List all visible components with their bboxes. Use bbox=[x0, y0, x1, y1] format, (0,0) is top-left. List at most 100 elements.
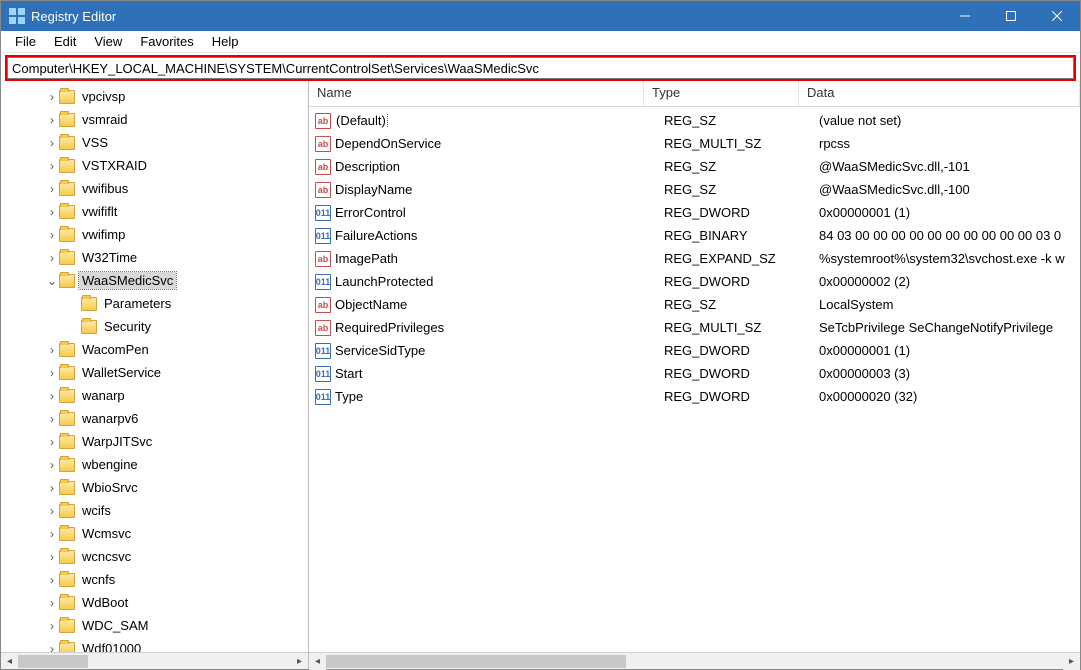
expand-arrow-icon[interactable]: › bbox=[45, 458, 59, 472]
value-name: ImagePath bbox=[335, 251, 664, 266]
tree-item[interactable]: ⌄WaaSMedicSvc bbox=[1, 269, 308, 292]
expand-arrow-icon[interactable]: › bbox=[45, 159, 59, 173]
expand-arrow-icon[interactable]: › bbox=[45, 527, 59, 541]
tree-item[interactable]: ›vwifibus bbox=[1, 177, 308, 200]
maximize-button[interactable] bbox=[988, 1, 1034, 31]
tree-item-label: wanarp bbox=[79, 387, 128, 404]
tree-item[interactable]: ›WbioSrvc bbox=[1, 476, 308, 499]
expand-arrow-icon[interactable]: › bbox=[45, 550, 59, 564]
binary-value-icon: 011 bbox=[315, 205, 331, 221]
tree-item[interactable]: ›Wcmsvc bbox=[1, 522, 308, 545]
expand-arrow-icon[interactable]: › bbox=[45, 205, 59, 219]
expand-arrow-icon[interactable]: › bbox=[45, 343, 59, 357]
string-value-icon: ab bbox=[315, 159, 331, 175]
expand-arrow-icon[interactable]: › bbox=[45, 182, 59, 196]
expand-arrow-icon[interactable]: › bbox=[45, 412, 59, 426]
expand-arrow-icon[interactable]: › bbox=[45, 90, 59, 104]
close-button[interactable] bbox=[1034, 1, 1080, 31]
value-row[interactable]: abObjectNameREG_SZLocalSystem bbox=[309, 293, 1080, 316]
folder-icon bbox=[59, 435, 75, 449]
value-data: 84 03 00 00 00 00 00 00 00 00 00 00 03 0 bbox=[819, 228, 1080, 243]
address-bar[interactable]: Computer\HKEY_LOCAL_MACHINE\SYSTEM\Curre… bbox=[7, 57, 1074, 79]
tree-hscrollbar[interactable]: ◂ ▸ bbox=[1, 652, 308, 669]
tree-item[interactable]: ›WdBoot bbox=[1, 591, 308, 614]
tree-item[interactable]: ›W32Time bbox=[1, 246, 308, 269]
value-row[interactable]: abImagePathREG_EXPAND_SZ%systemroot%\sys… bbox=[309, 247, 1080, 270]
value-row[interactable]: abDependOnServiceREG_MULTI_SZrpcss bbox=[309, 132, 1080, 155]
menu-edit[interactable]: Edit bbox=[46, 32, 84, 51]
expand-arrow-icon[interactable] bbox=[67, 297, 81, 311]
tree-item[interactable]: ›VSS bbox=[1, 131, 308, 154]
scroll-right-icon[interactable]: ▸ bbox=[291, 653, 308, 670]
tree-item[interactable]: Parameters bbox=[1, 292, 308, 315]
list-hscrollbar[interactable]: ◂ ▸ bbox=[309, 652, 1080, 669]
list-view[interactable]: ab(Default)REG_SZ(value not set)abDepend… bbox=[309, 107, 1080, 652]
tree-item[interactable]: › wanarp bbox=[1, 384, 308, 407]
tree-item[interactable]: Security bbox=[1, 315, 308, 338]
expand-arrow-icon[interactable]: › bbox=[45, 435, 59, 449]
expand-arrow-icon[interactable]: › bbox=[45, 251, 59, 265]
expand-arrow-icon[interactable]: › bbox=[45, 619, 59, 633]
tree-item-label: wbengine bbox=[79, 456, 141, 473]
expand-arrow-icon[interactable] bbox=[67, 320, 81, 334]
expand-arrow-icon[interactable]: › bbox=[45, 481, 59, 495]
value-data: LocalSystem bbox=[819, 297, 1080, 312]
tree-item[interactable]: ›WarpJITSvc bbox=[1, 430, 308, 453]
tree-item[interactable]: ›wcncsvc bbox=[1, 545, 308, 568]
value-row[interactable]: 011ServiceSidTypeREG_DWORD0x00000001 (1) bbox=[309, 339, 1080, 362]
expand-arrow-icon[interactable]: › bbox=[45, 389, 59, 403]
menu-file[interactable]: File bbox=[7, 32, 44, 51]
tree-item[interactable]: ›vpcivsp bbox=[1, 85, 308, 108]
scroll-left-icon[interactable]: ◂ bbox=[309, 653, 326, 670]
address-text: Computer\HKEY_LOCAL_MACHINE\SYSTEM\Curre… bbox=[12, 61, 539, 76]
menu-favorites[interactable]: Favorites bbox=[132, 32, 201, 51]
scroll-left-icon[interactable]: ◂ bbox=[1, 653, 18, 670]
tree-item[interactable]: ›WDC_SAM bbox=[1, 614, 308, 637]
value-row[interactable]: 011LaunchProtectedREG_DWORD0x00000002 (2… bbox=[309, 270, 1080, 293]
tree-item[interactable]: ›vwifimp bbox=[1, 223, 308, 246]
tree-item[interactable]: ›VSTXRAID bbox=[1, 154, 308, 177]
menu-help[interactable]: Help bbox=[204, 32, 247, 51]
expand-arrow-icon[interactable]: ⌄ bbox=[45, 274, 59, 288]
value-row[interactable]: abDescriptionREG_SZ@WaaSMedicSvc.dll,-10… bbox=[309, 155, 1080, 178]
tree-item[interactable]: ›wanarpv6 bbox=[1, 407, 308, 430]
scroll-thumb[interactable] bbox=[326, 655, 626, 668]
expand-arrow-icon[interactable]: › bbox=[45, 113, 59, 127]
value-row[interactable]: 011TypeREG_DWORD0x00000020 (32) bbox=[309, 385, 1080, 408]
expand-arrow-icon[interactable]: › bbox=[45, 136, 59, 150]
tree-item[interactable]: ›wcnfs bbox=[1, 568, 308, 591]
minimize-button[interactable] bbox=[942, 1, 988, 31]
expand-arrow-icon[interactable]: › bbox=[45, 366, 59, 380]
tree-item[interactable]: ›vsmraid bbox=[1, 108, 308, 131]
value-row[interactable]: abRequiredPrivilegesREG_MULTI_SZSeTcbPri… bbox=[309, 316, 1080, 339]
scroll-track[interactable] bbox=[326, 653, 1063, 670]
tree-item[interactable]: ›WalletService bbox=[1, 361, 308, 384]
tree-view[interactable]: ›vpcivsp›vsmraid›VSS›VSTXRAID›vwifibus›v… bbox=[1, 81, 308, 652]
expand-arrow-icon[interactable]: › bbox=[45, 642, 59, 653]
tree-item[interactable]: › wbengine bbox=[1, 453, 308, 476]
scroll-right-icon[interactable]: ▸ bbox=[1063, 653, 1080, 670]
menu-view[interactable]: View bbox=[86, 32, 130, 51]
window-title: Registry Editor bbox=[31, 9, 116, 24]
expand-arrow-icon[interactable]: › bbox=[45, 504, 59, 518]
column-type[interactable]: Type bbox=[644, 81, 799, 106]
value-data: SeTcbPrivilege SeChangeNotifyPrivilege bbox=[819, 320, 1080, 335]
value-name: ObjectName bbox=[335, 297, 664, 312]
tree-item[interactable]: ›Wdf01000 bbox=[1, 637, 308, 652]
value-row[interactable]: abDisplayNameREG_SZ@WaaSMedicSvc.dll,-10… bbox=[309, 178, 1080, 201]
column-data[interactable]: Data bbox=[799, 81, 1080, 106]
value-row[interactable]: ab(Default)REG_SZ(value not set) bbox=[309, 109, 1080, 132]
expand-arrow-icon[interactable]: › bbox=[45, 228, 59, 242]
folder-icon bbox=[81, 297, 97, 311]
value-row[interactable]: 011ErrorControlREG_DWORD0x00000001 (1) bbox=[309, 201, 1080, 224]
expand-arrow-icon[interactable]: › bbox=[45, 573, 59, 587]
value-row[interactable]: 011FailureActionsREG_BINARY84 03 00 00 0… bbox=[309, 224, 1080, 247]
tree-item[interactable]: ›wcifs bbox=[1, 499, 308, 522]
column-name[interactable]: Name bbox=[309, 81, 644, 106]
scroll-thumb[interactable] bbox=[18, 655, 88, 668]
value-row[interactable]: 011StartREG_DWORD0x00000003 (3) bbox=[309, 362, 1080, 385]
expand-arrow-icon[interactable]: › bbox=[45, 596, 59, 610]
tree-item[interactable]: ›WacomPen bbox=[1, 338, 308, 361]
tree-item[interactable]: ›vwififlt bbox=[1, 200, 308, 223]
scroll-track[interactable] bbox=[18, 653, 291, 670]
